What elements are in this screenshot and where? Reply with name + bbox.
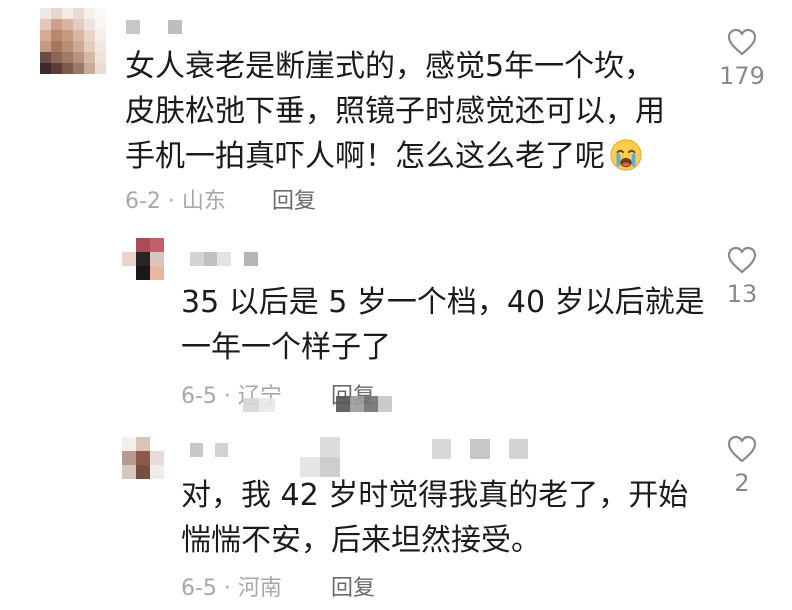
avatar[interactable]	[122, 437, 164, 479]
comment-date-location: 6-2 · 山东	[125, 189, 226, 214]
comment-text-line: 皮肤松弛下垂，照镜子时感觉还可以，用	[125, 89, 665, 134]
comment-text-line: 女人衰老是断崖式的，感觉5年一个坎，	[125, 49, 655, 84]
comment-text-line: 35 以后是 5 岁一个档，40 岁以后就是	[181, 285, 705, 320]
comment-text-line: 惴惴不安，后来坦然接受。	[181, 523, 541, 558]
username[interactable]	[126, 20, 182, 34]
reply-item: 对，我 42 岁时觉得我真的老了，开始 惴惴不安，后来坦然接受。 6-5 · 河…	[0, 425, 792, 610]
reply-button[interactable]: 回复	[331, 570, 375, 602]
like-button[interactable]: 179	[702, 28, 782, 90]
watermark	[243, 398, 275, 412]
comment-text: 女人衰老是断崖式的，感觉5年一个坎， 皮肤松弛下垂，照镜子时感觉还可以，用 手机…	[125, 44, 665, 179]
like-count: 2	[734, 469, 750, 497]
like-button[interactable]: 13	[702, 246, 782, 308]
reply-button[interactable]: 回复	[272, 183, 316, 215]
heart-outline-icon	[727, 28, 757, 56]
username[interactable]	[190, 252, 258, 266]
reply-item: 35 以后是 5 岁一个档，40 岁以后就是 一年一个样子了 6-5 · 辽宁 …	[0, 230, 792, 430]
crying-face-icon	[610, 139, 642, 171]
watermark	[336, 396, 392, 412]
watermark	[300, 437, 360, 477]
heart-outline-icon	[727, 246, 757, 274]
avatar[interactable]	[40, 8, 106, 74]
heart-outline-icon	[727, 435, 757, 463]
username[interactable]	[190, 443, 228, 457]
comment-text: 对，我 42 岁时觉得我真的老了，开始 惴惴不安，后来坦然接受。	[181, 473, 688, 563]
comment-text-segment: 皮肤松弛下垂，照镜子时感觉还可以，用	[125, 94, 665, 129]
like-button[interactable]: 2	[702, 435, 782, 497]
watermark	[432, 439, 528, 459]
comment-item: 女人衰老是断崖式的，感觉5年一个坎， 皮肤松弛下垂，照镜子时感觉还可以，用 手机…	[0, 0, 792, 230]
comment-date-location: 6-5 · 河南	[181, 576, 282, 601]
like-count: 13	[726, 280, 758, 308]
like-count: 179	[719, 62, 765, 90]
comment-text-line: 一年一个样子了	[181, 330, 391, 365]
comment-text-line: 对，我 42 岁时觉得我真的老了，开始	[181, 478, 689, 513]
avatar[interactable]	[122, 238, 164, 280]
comment-text: 35 以后是 5 岁一个档，40 岁以后就是 一年一个样子了	[181, 280, 705, 370]
comment-text-segment: 手机一拍真吓人啊！怎么这么老了呢	[125, 139, 605, 174]
comment-text-line: 手机一拍真吓人啊！怎么这么老了呢	[125, 134, 665, 179]
